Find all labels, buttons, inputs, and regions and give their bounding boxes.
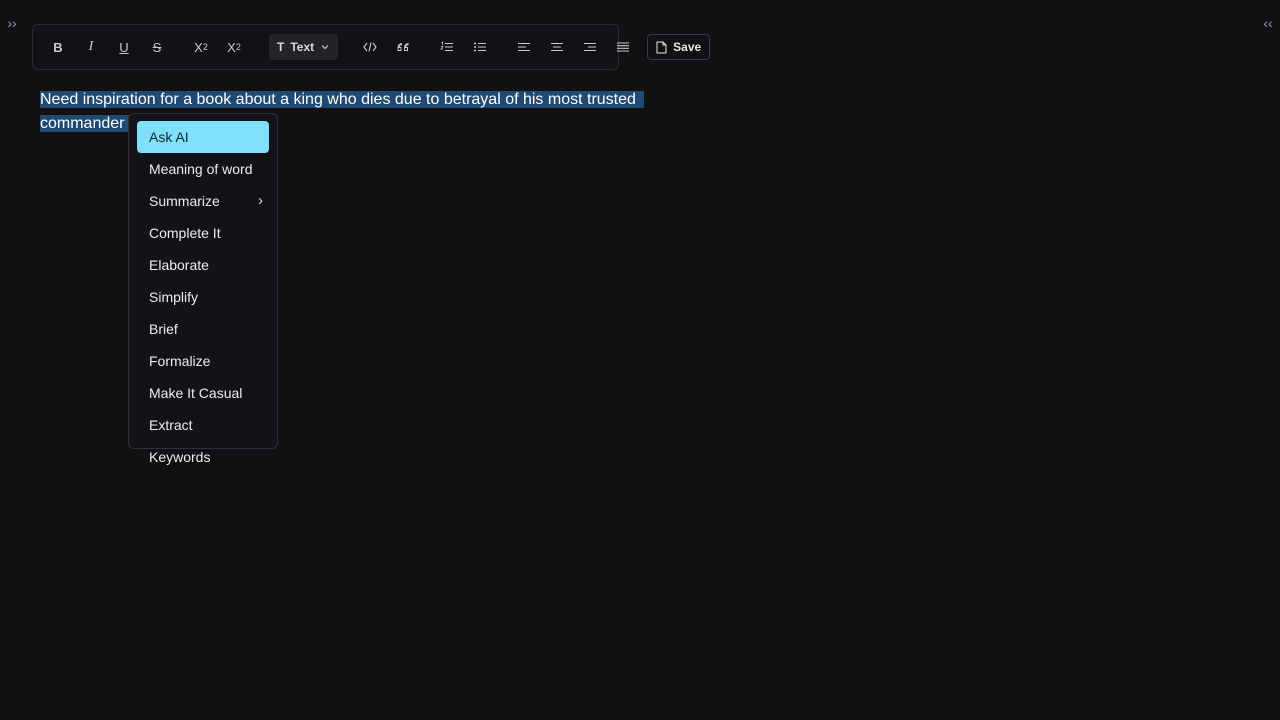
align-justify-icon <box>617 42 630 52</box>
text-type-icon: T <box>277 40 285 54</box>
align-left-button[interactable] <box>509 33 539 61</box>
align-right-icon <box>584 42 597 52</box>
underline-button[interactable]: U <box>109 33 139 61</box>
text-style-label: Text <box>290 40 315 54</box>
superscript-button[interactable]: X2 <box>186 33 216 61</box>
expand-left-sidebar-icon[interactable]: ›› <box>3 14 21 32</box>
bullet-list-icon <box>474 42 487 52</box>
menu-item-label: Summarize <box>149 193 220 209</box>
menu-item-meaning-of-word[interactable]: Meaning of word <box>137 153 269 185</box>
menu-item-make-it-casual[interactable]: Make It Casual <box>137 377 269 409</box>
text-style-select[interactable]: T Text <box>269 34 339 60</box>
align-left-icon <box>518 42 531 52</box>
menu-item-ask-ai[interactable]: Ask AI <box>137 121 269 153</box>
menu-item-extract-keywords[interactable]: Extract Keywords <box>137 409 269 465</box>
file-icon <box>656 41 667 53</box>
code-icon <box>363 42 377 52</box>
superscript-exp: 2 <box>202 42 208 52</box>
menu-item-elaborate[interactable]: Elaborate <box>137 249 269 281</box>
subscript-base: X <box>227 39 236 55</box>
italic-button[interactable]: I <box>76 33 106 61</box>
editor-toolbar: B I U S X2 X2 T Text Save <box>32 24 711 70</box>
menu-item-formalize[interactable]: Formalize <box>137 345 269 377</box>
save-button[interactable]: Save <box>647 34 711 60</box>
menu-item-summarize[interactable]: Summarize › <box>137 185 269 217</box>
ordered-list-icon <box>440 41 454 52</box>
superscript-base: X <box>194 39 203 55</box>
quote-button[interactable] <box>388 33 418 61</box>
bullet-list-button[interactable] <box>465 33 495 61</box>
save-label: Save <box>673 40 702 54</box>
chevron-right-icon: › <box>258 192 263 209</box>
code-button[interactable] <box>355 33 385 61</box>
bold-button[interactable]: B <box>43 33 73 61</box>
menu-item-simplify[interactable]: Simplify <box>137 281 269 313</box>
subscript-exp: 2 <box>235 42 241 52</box>
chevron-down-icon <box>321 45 329 50</box>
ai-context-menu: Ask AI Meaning of word Summarize › Compl… <box>128 113 278 465</box>
strikethrough-button[interactable]: S <box>142 33 172 61</box>
align-right-button[interactable] <box>575 33 605 61</box>
align-center-button[interactable] <box>542 33 572 61</box>
subscript-button[interactable]: X2 <box>219 33 249 61</box>
align-justify-button[interactable] <box>608 33 638 61</box>
collapse-right-sidebar-icon[interactable]: ‹‹ <box>1259 14 1277 32</box>
quote-icon <box>397 42 409 51</box>
ordered-list-button[interactable] <box>432 33 462 61</box>
menu-item-complete-it[interactable]: Complete It <box>137 217 269 249</box>
align-center-icon <box>551 42 564 52</box>
menu-item-brief[interactable]: Brief <box>137 313 269 345</box>
